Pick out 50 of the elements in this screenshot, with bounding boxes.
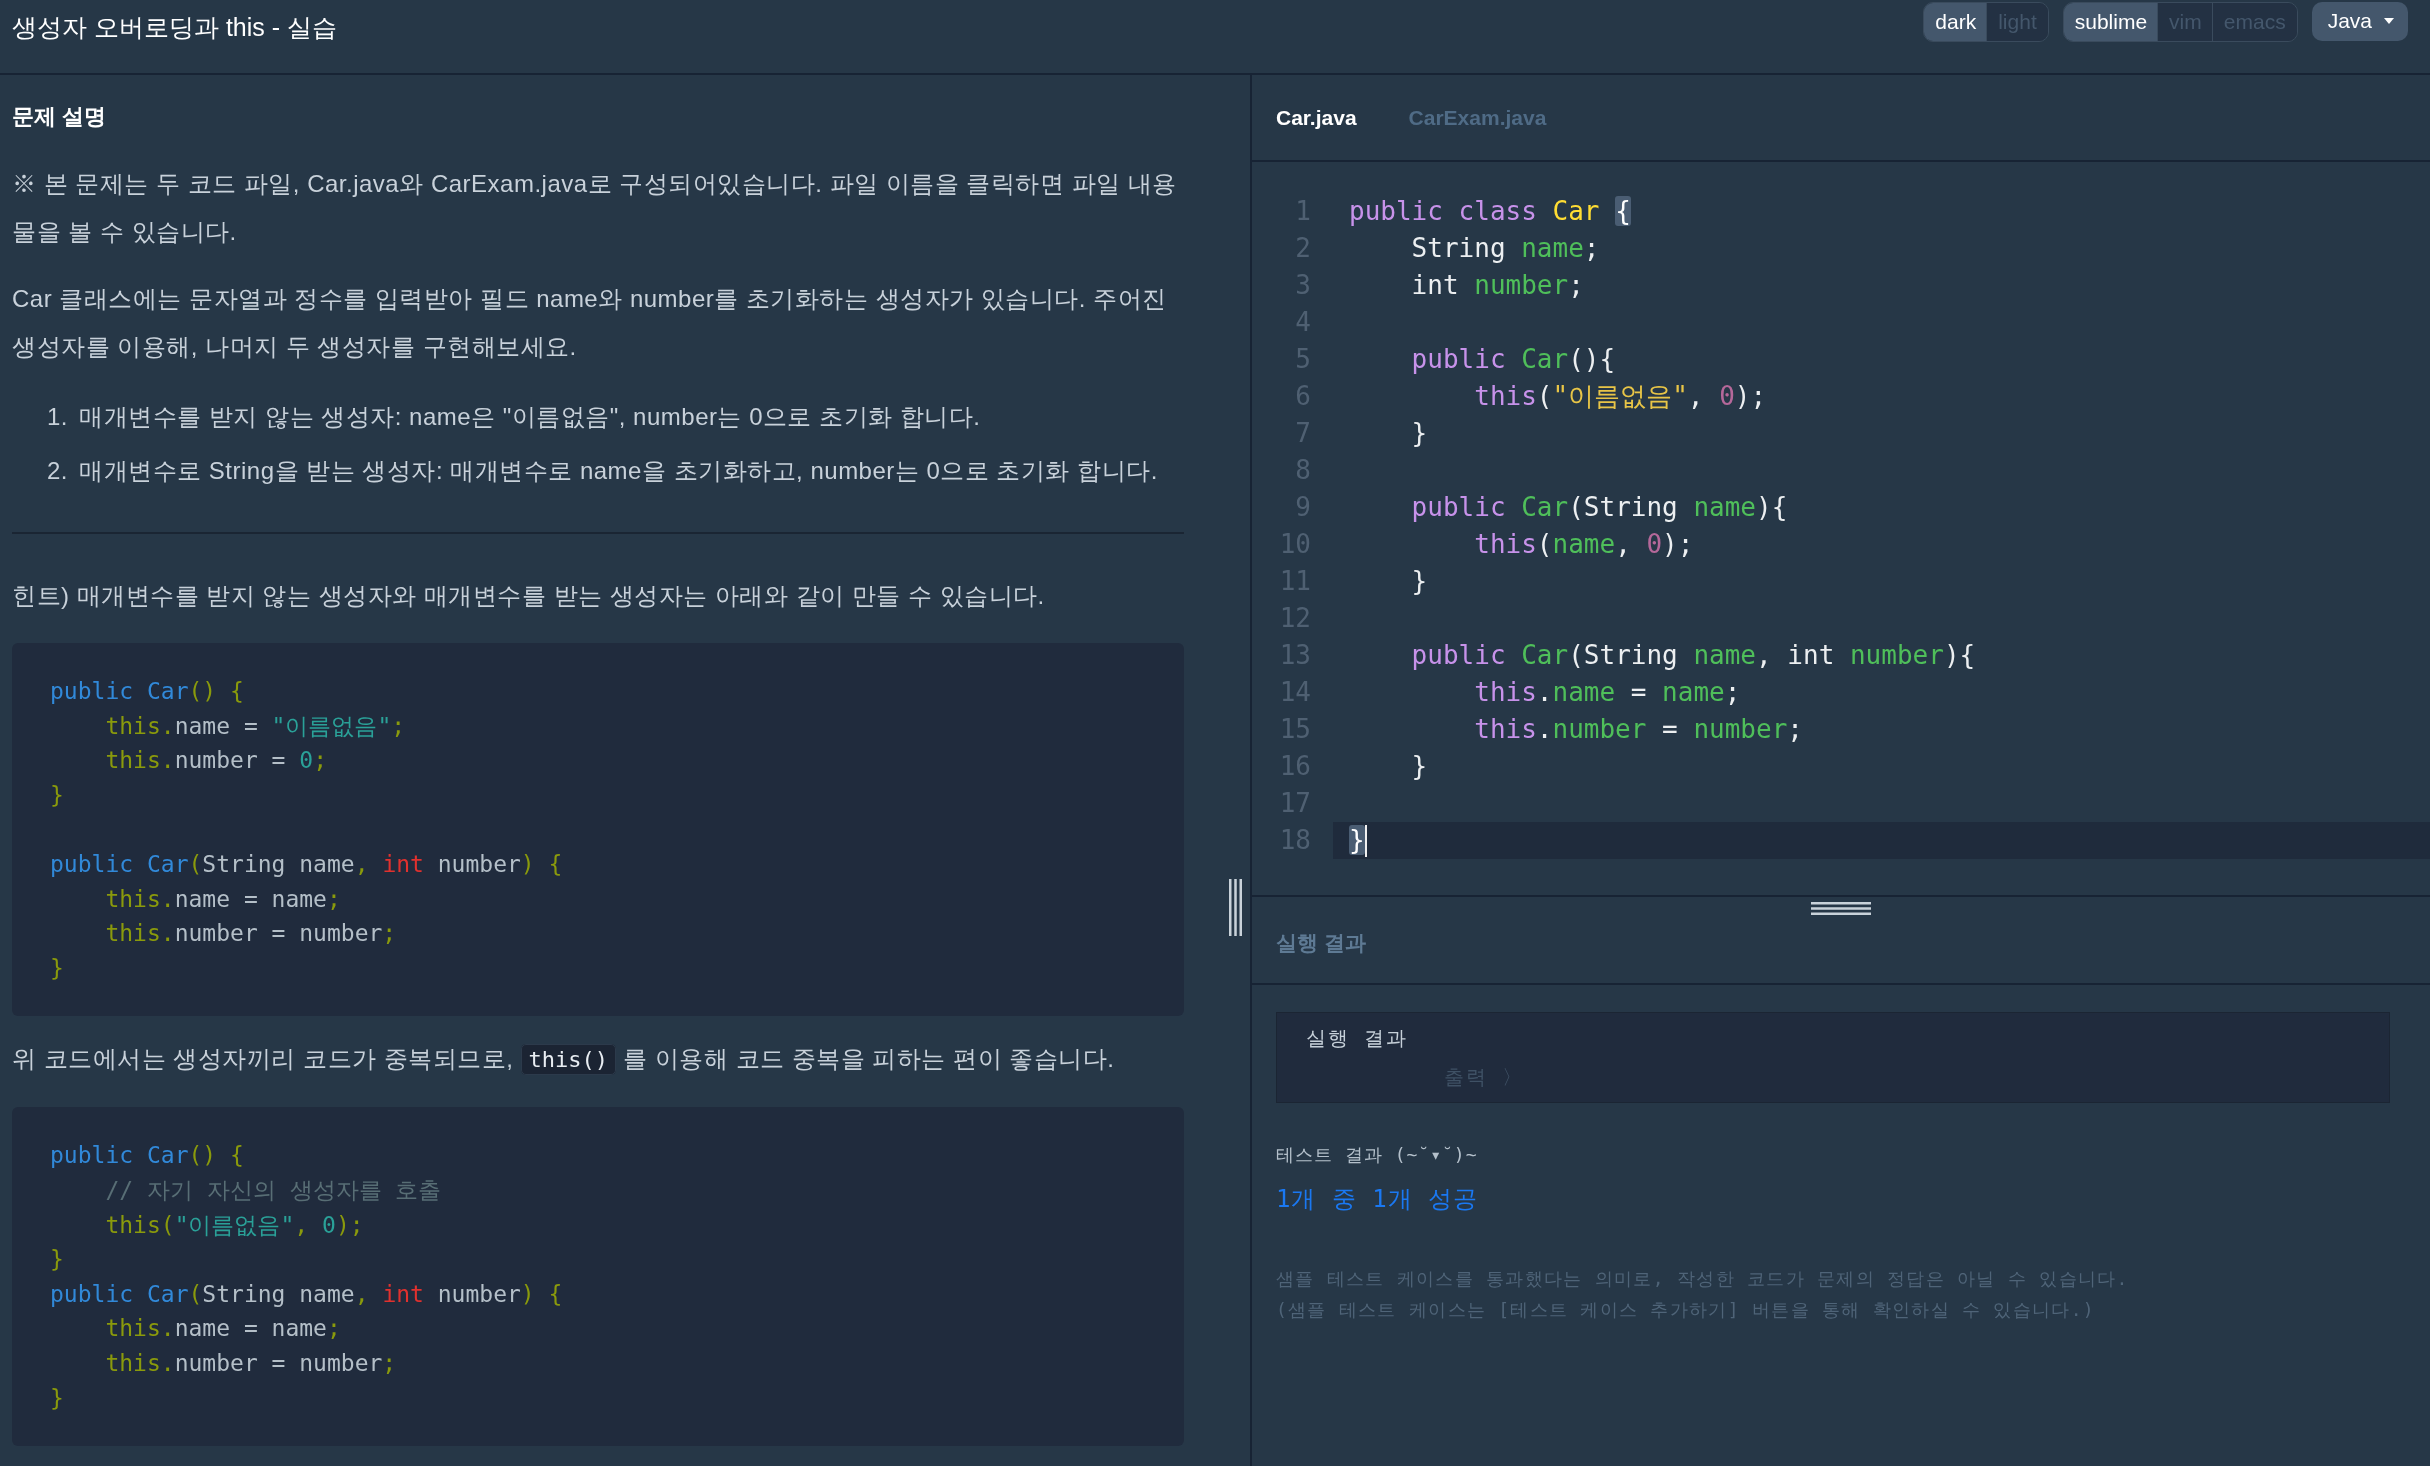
text-cursor — [1364, 824, 1367, 857]
resize-handle-icon[interactable] — [1811, 901, 1871, 916]
code-line: this.number = number; — [1473, 713, 1803, 746]
page-title: 생성자 오버로딩과 this - 실습 — [12, 12, 337, 43]
code-line: int number; — [1410, 269, 1584, 302]
code-line: public Car(String name, int number){ — [1410, 639, 1976, 672]
code-line: } — [1410, 565, 1428, 598]
code-line: this.number = number; — [104, 1348, 397, 1378]
code-line: public Car() { — [50, 1141, 244, 1171]
code-line: this.name = name; — [104, 884, 341, 914]
code-line: } — [1410, 750, 1428, 783]
code-line: } — [50, 1383, 64, 1413]
code-line: this.name = name; — [1473, 676, 1741, 709]
test-summary-text: 1개 중 1개 성공 — [1276, 1185, 1479, 1213]
description-text: ※ 본 문제는 두 코드 파일, Car.java와 CarExam.java로 구성되어있습니다. 파일 이름을 클릭하면 파일 내용물을 볼 수 있습니다. — [12, 169, 1178, 247]
code-line: public Car(){ — [1410, 343, 1616, 376]
list-item: 1. 매개변수를 받지 않는 생성자: name은 "이름없음", number는 0으로 초기화 합니다. — [47, 402, 982, 432]
test-result-heading: 테스트 결과 (~˘▾˘)~ — [1276, 1144, 1478, 1165]
file-tab[interactable]: Car.java — [1276, 101, 1357, 134]
code-line: this.number = 0; — [104, 746, 327, 776]
code-line: this("이름없음", 0); — [1473, 380, 1767, 413]
code-line: String name; — [1410, 232, 1600, 265]
description-text: Car 클래스에는 문자열과 정수를 입력받아 필드 name와 number를 초기화하는 생성자가 있습니다. 주어진 생성자를 이용해, 나머지 두 생성자를 구현해보세요. — [12, 284, 1168, 362]
console-label: 실행 결과 — [1306, 1026, 1409, 1050]
list-item: 2. 매개변수로 String을 받는 생성자: 매개변수로 name을 초기화하고, number는 0으로 초기화 합니다. — [47, 456, 1159, 486]
code-line: this(name, 0); — [1473, 528, 1694, 561]
theme-toggle-button[interactable]: dark — [1924, 3, 1988, 41]
keymap-toggle-button[interactable]: sublime — [2063, 3, 2159, 41]
code-line: this("이름없음", 0); — [104, 1210, 364, 1240]
code-line: public Car() { — [50, 677, 244, 706]
description-text: 힌트) 매개변수를 받지 않는 생성자와 매개변수를 받는 생성자는 아래와 같이 만들 수 있습니다. — [12, 581, 1046, 611]
description-text: 위 코드에서는 생성자끼리 코드가 중복되므로, this() 를 이용해 코드 중복을 피하는 편이 좋습니다. — [12, 1035, 1184, 1085]
code-line: } — [1410, 417, 1428, 450]
language-dropdown[interactable]: Java — [2311, 2, 2408, 41]
section-heading: 문제 설명 — [12, 103, 108, 131]
code-line: this.name = "이름없음"; — [104, 711, 406, 741]
code-line: this.number = number; — [104, 919, 397, 949]
code-line: // 자기 자신의 생성자를 호출 — [104, 1175, 442, 1205]
resize-handle-icon[interactable] — [1228, 879, 1243, 936]
code-line: public Car(String name, int number) { — [50, 849, 563, 879]
code-line: public Car(String name){ — [1410, 491, 1788, 524]
code-line: } — [50, 780, 64, 810]
code-line: } — [50, 953, 64, 983]
code-line: } — [50, 1245, 64, 1275]
code-line: public class Car { — [1349, 195, 1631, 228]
code-line: this.name = name; — [104, 1314, 341, 1344]
section-heading: 실행 결과 — [1276, 930, 1366, 956]
caret-icon — [2384, 18, 2394, 25]
inline-code: this() — [520, 1044, 616, 1076]
code-line: public Car(String name, int number) { — [50, 1279, 563, 1309]
